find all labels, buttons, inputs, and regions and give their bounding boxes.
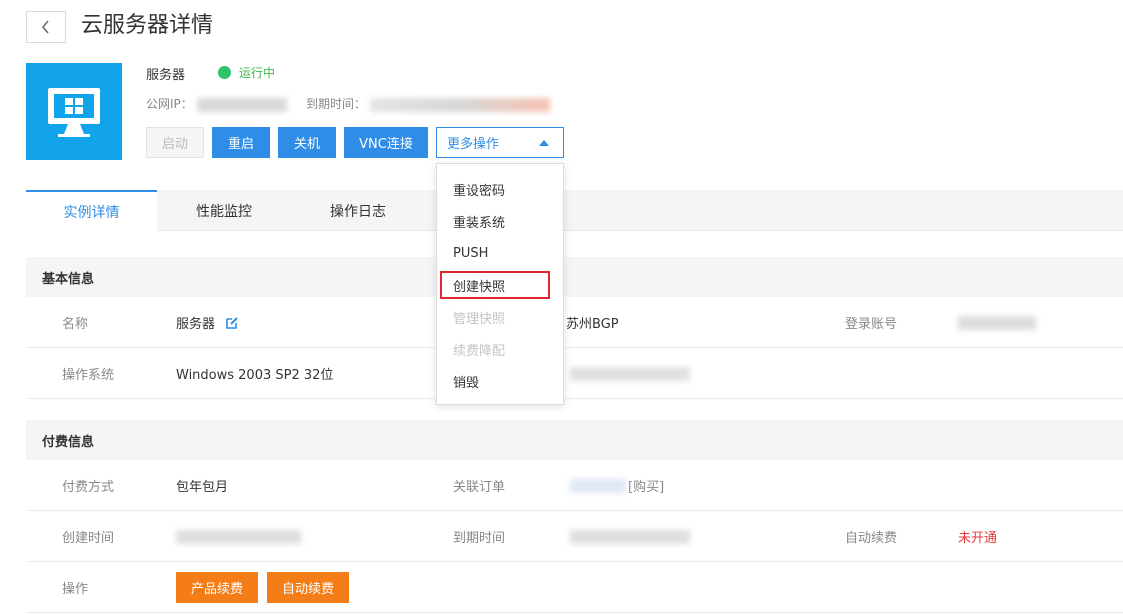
os-value: Windows 2003 SP2 32位 — [176, 368, 334, 383]
restart-button[interactable]: 重启 — [212, 127, 270, 158]
status-dot-icon — [218, 66, 231, 79]
windows-monitor-icon — [48, 87, 100, 137]
menu-item-push[interactable]: PUSH — [437, 237, 563, 269]
more-actions-label: 更多操作 — [447, 137, 500, 152]
vnc-button[interactable]: VNC连接 — [344, 127, 428, 158]
menu-item-renew-downgrade: 续费降配 — [453, 343, 506, 359]
expire-label: 到期时间： — [306, 97, 367, 111]
operations-cell: 产品续费 自动续费 — [176, 562, 358, 613]
os-label: 操作系统 — [62, 368, 115, 383]
menu-item-manage-snapshot: 管理快照 — [453, 311, 506, 327]
table-row: 创建时间 到期时间 自动续费 未开通 — [26, 511, 1123, 562]
caret-up-icon — [539, 139, 549, 146]
basic-info-header: 基本信息 — [26, 257, 1123, 297]
expire-time-cell — [570, 511, 690, 562]
tab-performance[interactable]: 性能监控 — [157, 190, 291, 231]
public-ip-label: 公网IP： — [146, 97, 193, 111]
login-account-redacted — [958, 315, 1036, 330]
tab-bar: 实例详情 性能监控 操作日志 — [26, 190, 1123, 232]
name-label: 名称 — [62, 317, 89, 332]
server-name: 服务器 — [146, 68, 186, 83]
redacted-cell — [570, 348, 690, 399]
expire-row: 到期时间： — [306, 95, 550, 112]
create-snapshot-highlight — [440, 271, 550, 299]
order-label: 关联订单 — [453, 480, 506, 495]
order-value-cell: [购买] — [570, 460, 664, 511]
public-ip-redacted — [196, 97, 287, 112]
table-row: 操作系统 Windows 2003 SP2 32位 — [26, 348, 1123, 399]
server-thumbnail — [26, 63, 122, 160]
chevron-left-icon — [42, 20, 49, 34]
auto-renew-value: 未开通 — [958, 531, 998, 546]
status-text: 运行中 — [239, 66, 276, 80]
name-value-cell: 服务器 — [176, 297, 239, 348]
billing-info-header: 付费信息 — [26, 420, 1123, 460]
auto-renew-button[interactable]: 自动续费 — [267, 572, 349, 603]
login-account-value-cell — [958, 297, 1036, 348]
expire-time-label: 到期时间 — [453, 531, 506, 546]
table-row: 操作 产品续费 自动续费 — [26, 562, 1123, 613]
public-ip-row: 公网IP： — [146, 95, 287, 112]
menu-item-reinstall-system[interactable]: 重装系统 — [437, 205, 563, 237]
created-time-cell — [176, 511, 301, 562]
pay-method-label: 付费方式 — [62, 480, 115, 495]
status-badge: 运行中 — [218, 64, 275, 81]
table-row: 名称 服务器 苏州BGP 登录账号 — [26, 297, 1123, 348]
start-button[interactable]: 启动 — [146, 127, 204, 158]
back-button[interactable] — [26, 11, 66, 43]
expire-time-redacted — [570, 529, 690, 544]
order-id-redacted — [570, 478, 626, 493]
edit-icon[interactable] — [225, 316, 239, 330]
created-time-label: 创建时间 — [62, 531, 115, 546]
auto-renew-label: 自动续费 — [845, 531, 898, 546]
operations-label: 操作 — [62, 582, 89, 597]
pay-method-value: 包年包月 — [176, 480, 229, 495]
expire-redacted — [369, 97, 550, 112]
region-value: 苏州BGP — [566, 317, 619, 332]
page-title: 云服务器详情 — [81, 13, 214, 38]
menu-item-destroy[interactable]: 销毁 — [437, 365, 563, 397]
more-actions-dropdown[interactable]: 更多操作 — [436, 127, 564, 158]
table-row: 付费方式 包年包月 关联订单 [购买] — [26, 460, 1123, 511]
tab-instance-details[interactable]: 实例详情 — [26, 190, 157, 232]
menu-item-reset-password[interactable]: 重设密码 — [437, 173, 563, 205]
purchase-link[interactable]: [购买] — [628, 476, 664, 495]
shutdown-button[interactable]: 关机 — [278, 127, 336, 158]
name-value: 服务器 — [176, 317, 216, 332]
renew-button[interactable]: 产品续费 — [176, 572, 258, 603]
login-account-label: 登录账号 — [845, 317, 898, 332]
redacted-value — [570, 366, 690, 381]
created-time-redacted — [176, 529, 301, 544]
tab-operation-log[interactable]: 操作日志 — [291, 190, 425, 231]
